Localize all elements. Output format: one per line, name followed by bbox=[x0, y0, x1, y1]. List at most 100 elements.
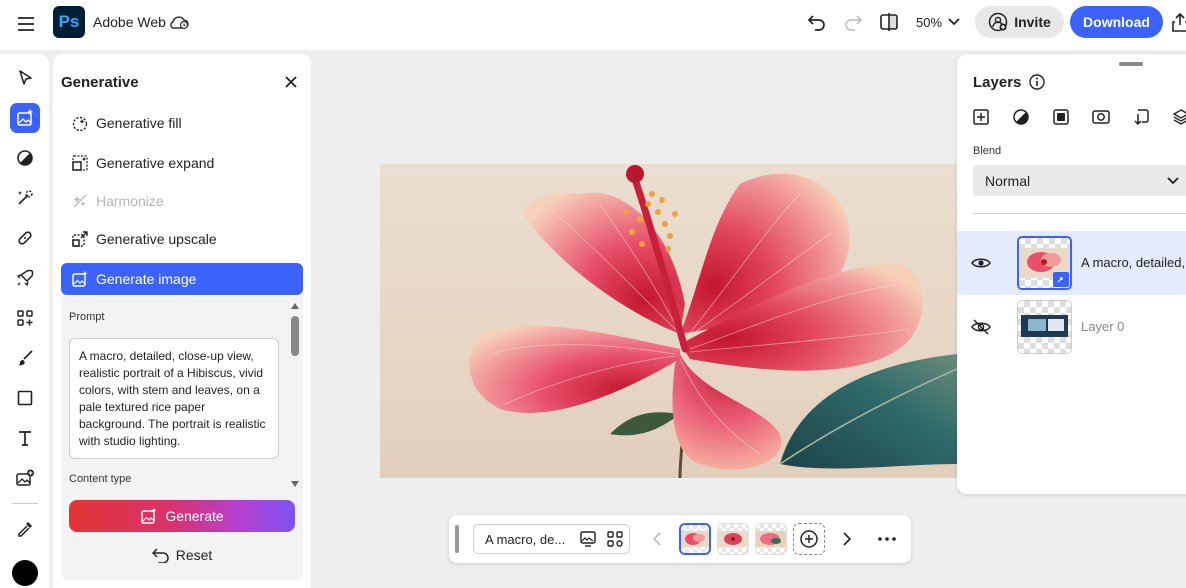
select-tool-icon[interactable] bbox=[10, 63, 40, 93]
panel-drag-handle[interactable] bbox=[1119, 62, 1143, 66]
compare-view-icon[interactable] bbox=[876, 9, 902, 35]
generative-fill-icon bbox=[72, 116, 88, 132]
menu-icon[interactable] bbox=[12, 10, 40, 38]
hibiscus-variation-icon bbox=[756, 531, 786, 547]
brush-icon[interactable] bbox=[10, 343, 40, 373]
generative-expand-item[interactable]: Generative expand bbox=[61, 147, 303, 179]
generate-label: Generate bbox=[165, 508, 224, 524]
layer-row[interactable]: Layer 0 bbox=[957, 295, 1186, 359]
place-image-icon[interactable] bbox=[10, 463, 40, 493]
top-bar: Ps Adobe Web 50% Invite Download bbox=[0, 0, 1186, 50]
item-label: Generative expand bbox=[96, 155, 215, 171]
layers-title: Layers bbox=[973, 74, 1022, 91]
close-icon[interactable] bbox=[281, 72, 301, 92]
divider bbox=[973, 213, 1186, 214]
contextual-taskbar: A macro, de... bbox=[449, 515, 911, 563]
layer-thumbnail[interactable] bbox=[1017, 236, 1072, 290]
chevron-down-icon bbox=[1167, 177, 1179, 185]
variation-thumbnail-3[interactable] bbox=[755, 523, 787, 555]
share-icon[interactable] bbox=[1170, 10, 1186, 34]
layer-name[interactable]: A macro, detailed, bbox=[1081, 255, 1185, 270]
generate-button[interactable]: Generate bbox=[69, 500, 295, 532]
left-toolbar bbox=[0, 54, 49, 588]
foreground-color-swatch[interactable] bbox=[12, 560, 38, 586]
invite-button[interactable]: Invite bbox=[975, 6, 1064, 38]
layer-camera-icon[interactable] bbox=[1090, 106, 1112, 128]
add-layer-icon[interactable] bbox=[970, 106, 992, 128]
toolbar-divider bbox=[12, 503, 38, 504]
blend-value: Normal bbox=[985, 172, 1031, 189]
chevron-right-icon[interactable] bbox=[836, 528, 858, 550]
zoom-dropdown[interactable]: 50% bbox=[916, 11, 960, 33]
prompt-textarea[interactable]: A macro, detailed, close-up view, realis… bbox=[69, 338, 279, 459]
chevron-left-icon[interactable] bbox=[646, 528, 668, 550]
invite-label: Invite bbox=[1014, 14, 1051, 30]
blend-mode-select[interactable]: Normal bbox=[973, 165, 1186, 196]
undo-button[interactable] bbox=[804, 9, 830, 35]
settings-grid-icon[interactable] bbox=[604, 528, 626, 550]
generate-image-options: Prompt A macro, detailed, close-up view,… bbox=[61, 296, 303, 580]
reset-button[interactable]: Reset bbox=[69, 541, 295, 569]
photoshop-logo[interactable]: Ps bbox=[53, 6, 85, 38]
hibiscus-artwork bbox=[469, 165, 957, 478]
generative-upscale-icon bbox=[72, 231, 88, 247]
text-tool-icon[interactable] bbox=[10, 423, 40, 453]
adjustments-icon[interactable] bbox=[10, 143, 40, 173]
app-name: Adobe Web bbox=[93, 14, 166, 30]
generative-panel: Generative Generative fill Generative ex… bbox=[53, 54, 311, 588]
variation-thumbnail-2[interactable] bbox=[717, 523, 749, 555]
generate-image-icon bbox=[141, 508, 157, 524]
add-circle-icon bbox=[800, 530, 818, 548]
mask-icon[interactable] bbox=[1050, 106, 1072, 128]
visibility-eye-icon[interactable] bbox=[971, 253, 991, 273]
harmonize-icon bbox=[73, 194, 87, 208]
content-type-label: Content type bbox=[69, 473, 132, 485]
rectangle-shape-icon[interactable] bbox=[10, 383, 40, 413]
item-label: Harmonize bbox=[96, 193, 164, 209]
scroll-down-arrow-icon[interactable] bbox=[290, 479, 300, 489]
item-label: Generate image bbox=[96, 271, 197, 287]
generative-tool-icon[interactable] bbox=[10, 103, 40, 133]
hibiscus-variation-icon bbox=[718, 531, 748, 547]
generate-image-icon bbox=[72, 271, 88, 287]
reference-image-icon[interactable] bbox=[577, 528, 599, 550]
panel-title: Generative bbox=[61, 74, 139, 91]
generative-expand-icon bbox=[72, 155, 88, 171]
scroll-up-arrow-icon[interactable] bbox=[290, 301, 300, 311]
item-label: Generative upscale bbox=[96, 231, 217, 247]
hibiscus-thumbnail bbox=[1019, 248, 1070, 287]
taskbar-grip[interactable] bbox=[455, 525, 459, 553]
cloud-sync-icon[interactable] bbox=[168, 10, 192, 34]
hibiscus-variation-icon bbox=[681, 531, 709, 547]
item-label: Generative fill bbox=[96, 115, 182, 131]
layer-stack-icon[interactable] bbox=[1170, 106, 1186, 128]
document-canvas[interactable] bbox=[380, 164, 957, 478]
scrollbar-thumb[interactable] bbox=[291, 316, 299, 356]
layer-row[interactable]: A macro, detailed, bbox=[957, 231, 1186, 295]
generate-image-item[interactable]: Generate image bbox=[61, 263, 303, 295]
add-ons-grid-icon[interactable] bbox=[10, 303, 40, 333]
download-button[interactable]: Download bbox=[1070, 6, 1163, 38]
visibility-hidden-icon[interactable] bbox=[971, 317, 991, 337]
quick-actions-icon[interactable] bbox=[10, 183, 40, 213]
healing-brush-icon[interactable] bbox=[10, 223, 40, 253]
zoom-value: 50% bbox=[916, 14, 943, 30]
more-options-icon[interactable] bbox=[876, 528, 898, 550]
rocket-icon[interactable] bbox=[10, 263, 40, 293]
generative-fill-item[interactable]: Generative fill bbox=[61, 107, 303, 139]
layers-panel: Layers Blend Normal A macro, detailed, L… bbox=[957, 54, 1186, 494]
layer-thumbnail[interactable] bbox=[1017, 300, 1072, 354]
add-variation-button[interactable] bbox=[793, 523, 825, 555]
variation-thumbnail-1[interactable] bbox=[679, 523, 711, 555]
redo-button[interactable] bbox=[840, 9, 866, 35]
generative-upscale-item[interactable]: Generative upscale bbox=[61, 223, 303, 255]
chevron-down-icon bbox=[948, 18, 960, 26]
eyedropper-icon[interactable] bbox=[10, 514, 40, 544]
info-icon[interactable] bbox=[1028, 73, 1046, 91]
reset-icon bbox=[151, 548, 169, 563]
blend-label: Blend bbox=[973, 145, 1002, 157]
harmonize-item[interactable]: Harmonize bbox=[61, 185, 303, 217]
adjustment-layer-icon[interactable] bbox=[1010, 106, 1032, 128]
clipping-mask-icon[interactable] bbox=[1130, 106, 1152, 128]
layer-name[interactable]: Layer 0 bbox=[1081, 319, 1124, 334]
